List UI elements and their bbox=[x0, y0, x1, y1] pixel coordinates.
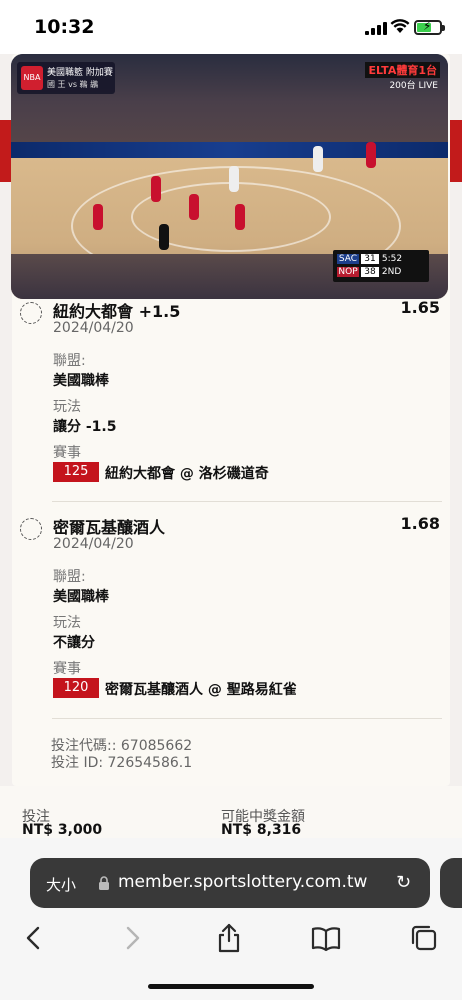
player bbox=[229, 166, 239, 192]
wifi-icon bbox=[390, 18, 410, 34]
share-icon[interactable] bbox=[213, 922, 245, 954]
live-label: 200台 LIVE bbox=[389, 81, 438, 91]
url-text: member.sportslottery.com.tw bbox=[118, 872, 368, 892]
leg-date: 2024/04/20 bbox=[53, 536, 134, 552]
game-clock: 5:52 bbox=[381, 254, 403, 264]
forward-icon[interactable] bbox=[116, 922, 148, 954]
league-value: 美國職棒 bbox=[53, 373, 109, 389]
address-bar[interactable]: 大小 member.sportslottery.com.tw ↻ bbox=[30, 858, 430, 908]
side-red-banner-right bbox=[450, 120, 462, 182]
back-icon[interactable] bbox=[18, 922, 50, 954]
battery-charging-icon: ⚡ bbox=[414, 19, 445, 35]
leg-select-radio[interactable] bbox=[20, 518, 42, 540]
league-value: 美國職棒 bbox=[53, 589, 109, 605]
score-points: 31 bbox=[361, 254, 379, 264]
broadcast-matchup: 國 王 vs 鵜 鶘 bbox=[47, 80, 99, 89]
stake-value: NT$ 3,000 bbox=[22, 822, 103, 838]
status-time: 10:32 bbox=[34, 16, 95, 38]
player bbox=[313, 146, 323, 172]
leg-odds: 1.65 bbox=[400, 298, 440, 317]
leg-divider bbox=[52, 501, 442, 502]
leg-select-radio[interactable] bbox=[20, 302, 42, 324]
event-label: 賽事 bbox=[53, 445, 81, 461]
referee bbox=[159, 224, 169, 250]
event-label: 賽事 bbox=[53, 661, 81, 677]
lock-icon bbox=[98, 875, 110, 890]
player bbox=[151, 176, 161, 202]
league-label: 聯盟: bbox=[53, 353, 86, 369]
channel-name: ELTA體育1台 bbox=[365, 62, 440, 78]
reload-icon[interactable]: ↻ bbox=[396, 872, 411, 893]
player bbox=[189, 194, 199, 220]
pip-video-player[interactable]: NBA 美國職籃 附加賽 國 王 vs 鵜 鶘 ELTA體育1台 200台 LI… bbox=[11, 54, 448, 299]
scorebox: SAC 31 5:52 NOP 38 2ND bbox=[333, 250, 429, 282]
status-bar: 10:32 ⚡ bbox=[0, 0, 462, 54]
market-value: 不讓分 bbox=[53, 635, 95, 651]
bet-leg: 密爾瓦基釀酒人 1.68 2024/04/20 聯盟: 美國職棒 玩法 不讓分 … bbox=[20, 514, 450, 714]
player bbox=[366, 142, 376, 168]
broadcast-title: 美國職籃 附加賽 bbox=[47, 68, 113, 78]
bookmarks-icon[interactable] bbox=[310, 922, 342, 954]
score-points: 38 bbox=[361, 267, 379, 277]
bet-id: 投注 ID: 72654586.1 bbox=[51, 755, 193, 771]
event-name: 密爾瓦基釀酒人 @ 聖路易紅雀 bbox=[105, 682, 297, 698]
home-indicator bbox=[148, 984, 314, 989]
broadcast-title-tag: NBA 美國職籃 附加賽 國 王 vs 鵜 鶘 bbox=[17, 62, 115, 94]
video-arena-banner bbox=[11, 142, 448, 158]
leg-odds: 1.68 bbox=[400, 514, 440, 533]
league-logo: NBA bbox=[21, 66, 43, 90]
market-label: 玩法 bbox=[53, 615, 81, 631]
bet-leg: 紐約大都會 +1.5 1.65 2024/04/20 聯盟: 美國職棒 玩法 讓… bbox=[20, 298, 450, 498]
market-label: 玩法 bbox=[53, 399, 81, 415]
channel-tag: ELTA體育1台 200台 LIVE bbox=[360, 62, 440, 92]
leg-date: 2024/04/20 bbox=[53, 320, 134, 336]
league-label: 聯盟: bbox=[53, 569, 86, 585]
market-value: 讓分 -1.5 bbox=[53, 419, 117, 435]
player bbox=[93, 204, 103, 230]
next-tab-address-bar[interactable] bbox=[440, 858, 462, 908]
score-team: NOP bbox=[337, 267, 359, 277]
player bbox=[235, 204, 245, 230]
tabs-icon[interactable] bbox=[408, 922, 440, 954]
game-period: 2ND bbox=[381, 267, 402, 277]
event-number-badge: 125 bbox=[53, 462, 99, 482]
leg-selection: 密爾瓦基釀酒人 bbox=[53, 518, 166, 537]
event-number-badge: 120 bbox=[53, 678, 99, 698]
cellular-signal-icon bbox=[365, 22, 387, 35]
text-size-button[interactable]: 大小 bbox=[46, 874, 76, 895]
leg-divider bbox=[52, 718, 442, 719]
event-name: 紐約大都會 @ 洛杉磯道奇 bbox=[105, 466, 269, 482]
payout-value: NT$ 8,316 bbox=[221, 822, 302, 838]
leg-selection: 紐約大都會 +1.5 bbox=[53, 302, 181, 321]
score-team: SAC bbox=[337, 254, 359, 264]
